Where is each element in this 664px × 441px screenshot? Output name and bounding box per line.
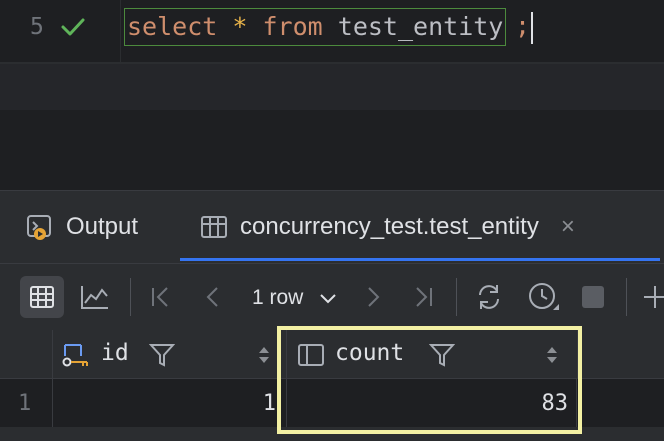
stop-icon	[582, 286, 604, 308]
tab-output[interactable]: Output	[26, 191, 138, 263]
active-tab-indicator	[180, 258, 660, 261]
tab-entity-label: concurrency_test.test_entity	[240, 213, 539, 240]
keyword-from: from	[262, 12, 323, 41]
first-page-button[interactable]	[146, 282, 176, 312]
chevron-down-icon	[320, 294, 336, 304]
row-count-dropdown[interactable]	[316, 286, 340, 310]
line-number: 5	[30, 14, 44, 40]
table-icon	[200, 214, 228, 240]
count-column-highlight	[277, 326, 582, 434]
table-name: test_entity	[337, 12, 504, 41]
console-icon	[26, 213, 54, 241]
first-page-icon	[152, 287, 168, 307]
chart-view-button[interactable]	[78, 280, 112, 314]
toolbar-separator	[130, 278, 131, 316]
panel-tab-bar: Output concurrency_test.test_entity ×	[0, 191, 664, 263]
sql-statement[interactable]: select * from test_entity	[124, 8, 507, 46]
close-icon[interactable]: ×	[561, 213, 575, 241]
history-button[interactable]	[524, 278, 564, 318]
cell-divider	[52, 379, 53, 427]
tab-test-entity[interactable]: concurrency_test.test_entity ×	[200, 191, 575, 263]
row-number: 1	[18, 391, 32, 416]
column-header-id[interactable]: id	[52, 330, 285, 378]
column-name-id: id	[101, 340, 129, 366]
toolbar-separator	[456, 278, 457, 316]
checkmark-icon	[61, 18, 85, 36]
filter-icon[interactable]	[149, 342, 175, 368]
cell-id[interactable]: 1	[180, 391, 276, 416]
asterisk: *	[232, 12, 248, 41]
keyword-select: select	[127, 12, 218, 41]
refresh-icon	[479, 285, 499, 309]
chevron-left-icon	[206, 287, 218, 307]
tab-output-label: Output	[66, 213, 139, 240]
stop-button[interactable]	[580, 284, 606, 310]
chart-icon	[81, 286, 108, 309]
table-view-button[interactable]	[20, 276, 64, 318]
last-page-icon	[416, 287, 432, 307]
last-page-button[interactable]	[408, 282, 438, 312]
toolbar-separator	[626, 278, 627, 316]
add-row-button[interactable]	[640, 282, 664, 312]
sql-editor[interactable]: 5 select * from test_entity ;	[0, 0, 664, 62]
primary-key-icon	[62, 344, 88, 367]
editor-footer-band	[0, 64, 664, 110]
text-caret	[531, 12, 533, 44]
results-toolbar: 1 row	[0, 263, 664, 331]
next-page-button[interactable]	[358, 282, 388, 312]
grid-icon	[30, 286, 54, 308]
chevron-right-icon	[368, 287, 380, 307]
editor-empty-area	[0, 110, 664, 190]
clock-icon	[529, 283, 559, 310]
plus-icon	[644, 286, 664, 308]
previous-page-button[interactable]	[198, 282, 228, 312]
sort-icon[interactable]	[257, 344, 271, 366]
editor-gutter: 5	[0, 0, 121, 62]
reload-button[interactable]	[472, 280, 506, 314]
semicolon: ;	[515, 11, 531, 40]
row-count-label[interactable]: 1 row	[252, 286, 303, 310]
